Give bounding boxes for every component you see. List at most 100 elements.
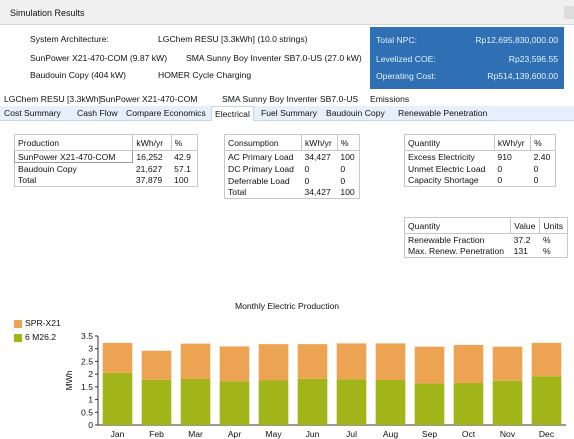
table-header-row: Quantity Value Units xyxy=(404,217,568,234)
table-cell: 16,252 xyxy=(136,151,163,162)
table-row[interactable]: Unmet Electric Load 0 0 xyxy=(405,163,556,175)
y-tick-label: 1.5 xyxy=(81,382,93,392)
table-row[interactable]: Total 34,427 100 xyxy=(225,187,360,199)
table-cell: 0 xyxy=(340,163,346,174)
column-header[interactable]: Consumption xyxy=(224,134,302,151)
cost-summary-panel: Total NPC: Rp12,695,830,000.00 Levelized… xyxy=(370,27,564,89)
bar-segment xyxy=(258,380,289,425)
component-tab-bar: LGChem RESU [3.3kWh] SunPower X21-470-CO… xyxy=(0,92,574,106)
table-cell: Capacity Shortage xyxy=(408,175,479,186)
column-header[interactable]: Production xyxy=(14,134,133,151)
tab-lgchem[interactable]: LGChem RESU [3.3kWh] xyxy=(4,94,101,104)
tab-fuel-summary[interactable]: Fuel Summary xyxy=(261,108,317,118)
x-tick-label: Jun xyxy=(306,429,320,439)
table-cell: Total xyxy=(228,187,247,198)
table-row[interactable]: Baudouin Copy 21,627 57.1 xyxy=(15,163,198,175)
tab-sma-inverter[interactable]: SMA Sunny Boy Inventer SB7.0-US xyxy=(222,94,358,104)
tab-cash-flow[interactable]: Cash Flow xyxy=(77,108,118,118)
bar-segment xyxy=(297,344,328,379)
bar-segment xyxy=(414,383,445,425)
column-header[interactable]: % xyxy=(170,134,198,151)
system-architecture-panel: System Architecture: LGChem RESU [3.3kWh… xyxy=(0,26,370,88)
tab-sunpower[interactable]: SunPower X21-470-COM xyxy=(100,94,197,104)
bar-segment xyxy=(102,342,133,373)
y-tick-label: 3 xyxy=(88,344,93,354)
bar-segment xyxy=(219,381,250,425)
table-row[interactable]: Excess Electricity 910 2.40 xyxy=(405,151,556,163)
table-cell: Max. Renew. Penetration xyxy=(408,246,505,257)
x-tick-label: May xyxy=(265,429,282,439)
table-cell: 100 xyxy=(340,187,355,198)
table-row[interactable]: Max. Renew. Penetration 131 % xyxy=(405,246,568,258)
y-tick-label: 0 xyxy=(88,420,93,430)
table-cell: 100 xyxy=(340,151,355,162)
bar-segment xyxy=(492,380,523,425)
close-button[interactable] xyxy=(564,6,574,19)
architecture-dispatch: HOMER Cycle Charging xyxy=(158,70,252,80)
y-tick-label: 2 xyxy=(88,369,93,379)
table-cell: 37,879 xyxy=(135,175,163,186)
x-tick-label: Oct xyxy=(462,429,476,439)
table-cell: 0 xyxy=(497,163,503,174)
table-header-row: Production kWh/yr % xyxy=(14,134,198,151)
table-cell: 100 xyxy=(174,175,189,186)
table-cell: Renewable Fraction xyxy=(408,234,485,245)
table-row[interactable]: Total 37,879 100 xyxy=(15,175,198,187)
x-tick-label: Aug xyxy=(383,429,399,439)
tab-cost-summary[interactable]: Cost Summary xyxy=(4,108,61,118)
table-cell: 910 xyxy=(497,151,512,162)
table-cell: DC Primary Load xyxy=(228,163,294,174)
column-header[interactable]: Value xyxy=(510,217,540,234)
bar-segment xyxy=(414,346,445,384)
y-axis-label: MWh xyxy=(64,370,74,390)
architecture-battery: LGChem RESU [3.3kWh] (10.0 strings) xyxy=(158,34,308,44)
table-cell: Total xyxy=(18,175,37,186)
table-cell: 37.2 xyxy=(513,234,531,245)
window-title: Simulation Results xyxy=(10,8,85,18)
tab-emissions[interactable]: Emissions xyxy=(370,94,409,104)
table-row[interactable]: AC Primary Load 34,427 100 xyxy=(225,151,360,163)
total-npc-value: Rp12,695,830,000.00 xyxy=(475,35,558,45)
bar-segment xyxy=(531,342,562,377)
bar-segment xyxy=(336,379,367,425)
column-header[interactable]: % xyxy=(336,134,360,151)
table-cell: Deferrable Load xyxy=(228,175,290,186)
operating-cost-value: Rp514,139,600.00 xyxy=(487,71,558,81)
table-row[interactable]: DC Primary Load 0 0 xyxy=(225,163,360,175)
table-row[interactable]: Renewable Fraction 37.2 % xyxy=(405,234,568,246)
table-row[interactable]: SunPower X21-470-COM 16,252 42.9 xyxy=(13,150,198,163)
table-cell: 57.1 xyxy=(174,163,191,174)
column-header[interactable]: kWh/yr xyxy=(493,134,531,151)
quantity-table: Quantity kWh/yr % Excess Electricity 910… xyxy=(404,134,556,187)
tab-compare-economics[interactable]: Compare Economics xyxy=(126,108,206,118)
column-header[interactable]: kWh/yr xyxy=(132,134,172,151)
table-row[interactable]: Capacity Shortage 0 0 xyxy=(405,175,556,187)
table-cell: Baudouin Copy xyxy=(18,163,77,174)
system-architecture-label: System Architecture: xyxy=(30,34,109,44)
title-bar: Simulation Results xyxy=(0,0,574,25)
table-cell: 0 xyxy=(304,163,310,174)
tab-baudouin-copy[interactable]: Baudouin Copy xyxy=(326,108,385,118)
y-tick-label: 2.5 xyxy=(81,356,93,366)
column-header[interactable]: kWh/yr xyxy=(300,134,338,151)
y-tick-label: 1 xyxy=(88,395,93,405)
table-cell: 0 xyxy=(533,163,539,174)
renewable-table: Quantity Value Units Renewable Fraction … xyxy=(404,217,568,258)
x-tick-label: Feb xyxy=(149,429,164,439)
architecture-generator: Baudouin Copy (404 kW) xyxy=(30,70,127,80)
y-tick-label: 0.5 xyxy=(81,407,93,417)
tab-electrical[interactable]: Electrical xyxy=(211,106,254,121)
y-tick-label: 3.5 xyxy=(81,331,93,341)
column-header[interactable]: Quantity xyxy=(404,134,495,151)
bar-segment xyxy=(336,343,367,380)
operating-cost-label: Operating Cost: xyxy=(376,71,437,81)
table-row[interactable]: Deferrable Load 0 0 xyxy=(225,175,360,187)
x-tick-label: Sep xyxy=(422,429,438,439)
column-header[interactable]: % xyxy=(530,134,556,151)
bar-segment xyxy=(297,378,328,425)
column-header[interactable]: Quantity xyxy=(404,217,511,234)
tab-renewable-penetration[interactable]: Renewable Penetration xyxy=(398,108,487,118)
column-header[interactable]: Units xyxy=(539,217,568,234)
table-cell: 42.9 xyxy=(174,151,191,162)
bar-segment xyxy=(375,343,406,380)
